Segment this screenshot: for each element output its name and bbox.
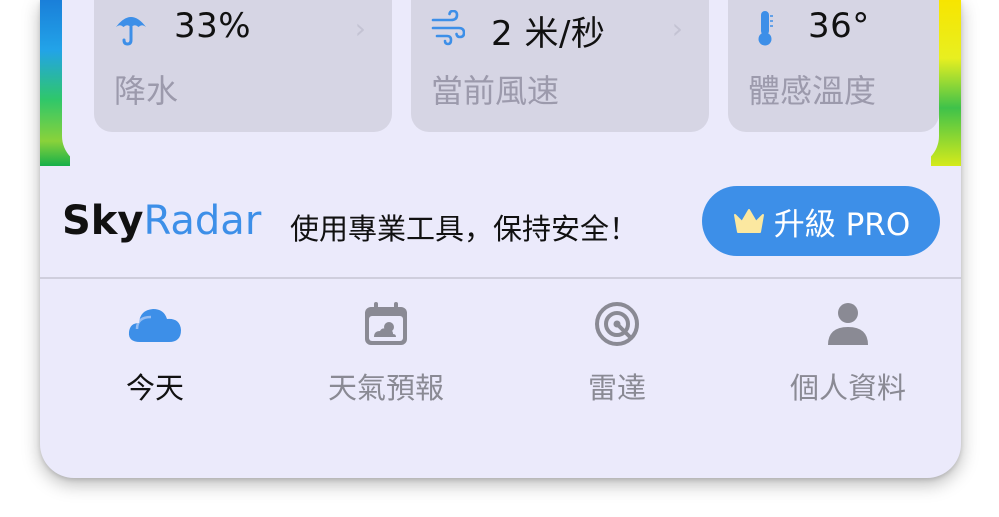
tab-today[interactable]: 今天	[55, 299, 255, 409]
app-screen: 33% 降水 › 2 米/秒 當前風速 › 36° 體感溫度 SkyRadar …	[40, 0, 961, 478]
tab-today-label: 今天	[125, 371, 184, 405]
umbrella-icon	[116, 17, 146, 46]
tab-bar: 今天 天氣預報 雷達 個人資料	[40, 279, 961, 478]
precipitation-label: 降水	[114, 72, 179, 110]
tab-profile-label: 個人資料	[789, 371, 906, 405]
precipitation-card[interactable]: 33% 降水 ›	[94, 0, 392, 132]
feels-like-card[interactable]: 36° 體感溫度	[728, 0, 939, 132]
feels-like-label: 體感溫度	[748, 72, 877, 110]
crown-icon	[733, 209, 764, 233]
promo-bar: SkyRadar 使用專業工具，保持安全！ 升級 PRO	[40, 166, 961, 276]
wind-speed-card[interactable]: 2 米/秒 當前風速 ›	[411, 0, 709, 132]
weather-details-panel: 33% 降水 › 2 米/秒 當前風速 › 36° 體感溫度	[62, 0, 939, 166]
tab-radar-label: 雷達	[587, 371, 646, 405]
brand-logo: SkyRadar	[62, 198, 261, 244]
promo-message: 使用專業工具，保持安全！	[290, 212, 639, 246]
tab-radar[interactable]: 雷達	[517, 299, 717, 409]
person-icon	[828, 303, 868, 345]
wind-speed-label: 當前風速	[431, 72, 560, 110]
tab-profile[interactable]: 個人資料	[748, 299, 948, 409]
cloud-icon	[128, 309, 181, 342]
thermometer-icon	[758, 11, 773, 46]
calendar-icon	[365, 302, 407, 345]
feels-like-value: 36°	[808, 6, 870, 46]
chevron-right-icon: ›	[354, 12, 366, 45]
radar-icon	[595, 302, 639, 346]
upgrade-pro-button[interactable]: 升級 PRO	[702, 186, 940, 256]
brand-sky: Sky	[62, 198, 144, 244]
tab-forecast[interactable]: 天氣預報	[286, 299, 486, 409]
tab-forecast-label: 天氣預報	[327, 371, 444, 405]
brand-radar: Radar	[143, 198, 262, 244]
chevron-right-icon: ›	[671, 12, 683, 45]
wind-icon	[431, 10, 465, 46]
wind-speed-value: 2 米/秒	[491, 14, 606, 54]
upgrade-pro-label: 升級 PRO	[773, 206, 911, 243]
precipitation-value: 33%	[174, 6, 252, 46]
